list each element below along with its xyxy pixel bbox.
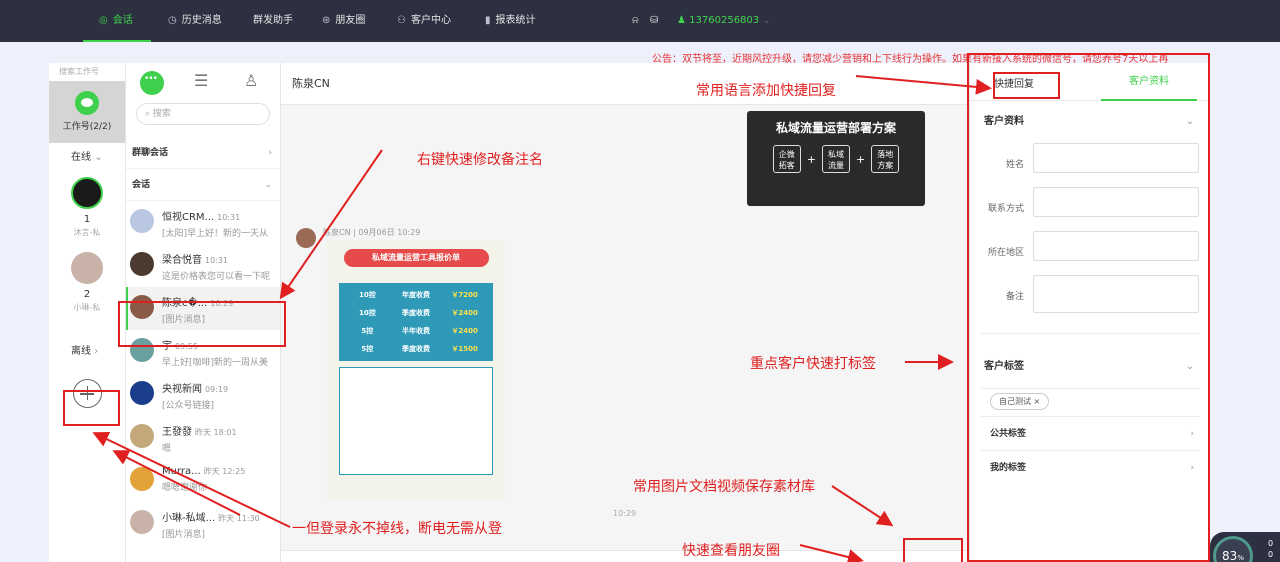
arrow-quick-reply — [855, 75, 992, 95]
annotation-arrows — [92, 75, 992, 562]
arrow-always-online-1 — [92, 431, 291, 528]
arrow-moments — [799, 544, 864, 562]
arrow-materials — [831, 485, 894, 527]
arrow-rename — [279, 149, 383, 300]
gauge-side-bottom: 0 — [1268, 550, 1274, 559]
gauge-circle: 83% — [1213, 536, 1253, 562]
arrow-always-online-2 — [112, 450, 241, 516]
speed-gauge[interactable]: 83% 0 0 — [1210, 532, 1280, 562]
gauge-unit: % — [1237, 554, 1244, 562]
gauge-side-top: 0 — [1268, 539, 1274, 548]
gauge-side: 0 0 — [1268, 538, 1273, 560]
gauge-value: 83 — [1222, 549, 1238, 562]
